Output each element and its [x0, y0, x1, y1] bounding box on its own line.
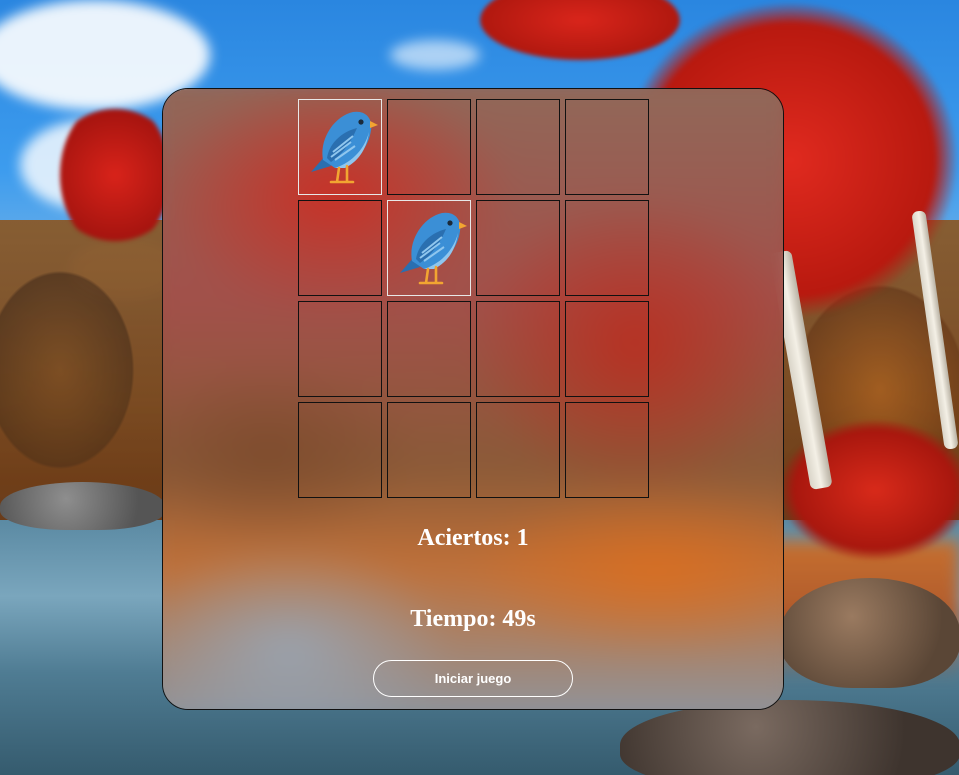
game-panel: Aciertos: 1 Tiempo: 49s Iniciar juego	[162, 88, 784, 710]
timer: Tiempo: 49s	[410, 606, 536, 632]
memory-card[interactable]	[387, 402, 471, 498]
bird-icon	[400, 212, 467, 285]
memory-card[interactable]	[298, 99, 382, 195]
memory-card[interactable]	[565, 99, 649, 195]
start-game-button[interactable]: Iniciar juego	[373, 660, 573, 697]
memory-card[interactable]	[476, 99, 560, 195]
memory-card[interactable]	[298, 402, 382, 498]
bird-icon	[311, 111, 378, 184]
memory-card[interactable]	[387, 99, 471, 195]
memory-card[interactable]	[387, 301, 471, 397]
hits-counter: Aciertos: 1	[417, 525, 529, 551]
memory-card[interactable]	[298, 301, 382, 397]
memory-card[interactable]	[476, 402, 560, 498]
memory-card[interactable]	[565, 301, 649, 397]
memory-card[interactable]	[476, 200, 560, 296]
memory-card[interactable]	[565, 200, 649, 296]
memory-card[interactable]	[565, 402, 649, 498]
memory-card[interactable]	[387, 200, 471, 296]
memory-card[interactable]	[476, 301, 560, 397]
memory-card[interactable]	[298, 200, 382, 296]
memory-board	[298, 99, 649, 498]
